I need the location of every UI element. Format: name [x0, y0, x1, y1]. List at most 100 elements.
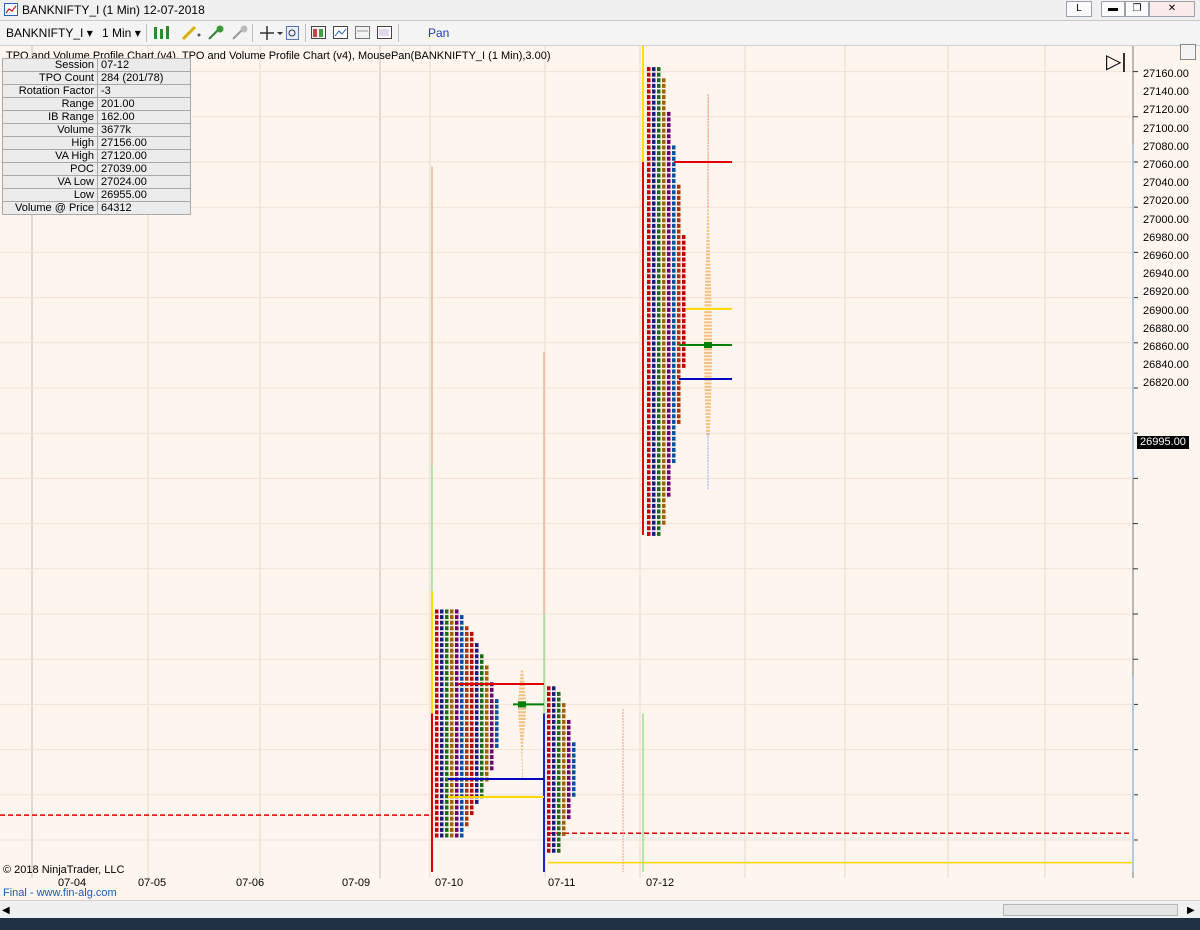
tpo-letter-column-0712: [672, 442, 676, 447]
tpo-letter-column-0710: [445, 827, 449, 832]
os-taskbar: [0, 918, 1200, 930]
tpo-letter-column-0710: [490, 699, 494, 704]
tpo-letter-column-0710: [450, 665, 454, 670]
restore-button[interactable]: ❐: [1125, 1, 1149, 17]
link-button[interactable]: L: [1066, 1, 1092, 17]
scroll-left-icon[interactable]: ◀: [2, 905, 10, 916]
tpo-letter-column-0710: [445, 760, 449, 765]
tpo-letter-column-0710: [485, 687, 489, 692]
tpo-letter-column-0710: [460, 665, 464, 670]
tpo-letter-column-0712: [647, 274, 651, 279]
tpo-letter-column-0712: [662, 274, 666, 279]
info-label: Rotation Factor: [2, 84, 98, 98]
tpo-letter-column-0712: [672, 223, 676, 228]
volume-profile-0712: [704, 324, 712, 327]
tpo-letter-column-0710: [440, 659, 444, 664]
tpo-letter-column-0712: [667, 156, 671, 161]
tpo-letter-column-0712: [657, 453, 661, 458]
tpo-letter-column-0712: [657, 391, 661, 396]
tpo-letter-column-0710: [450, 643, 454, 648]
tpo-letter-column-0710: [445, 682, 449, 687]
tpo-letter-column-0710: [435, 727, 439, 732]
tpo-letter-column-0711: [557, 764, 561, 769]
tpo-letter-column-0712: [652, 330, 656, 335]
tpo-letter-column-0711: [547, 843, 551, 848]
tpo-letter-column-0712: [662, 391, 666, 396]
tpo-letter-column-0712: [672, 313, 676, 318]
tpo-letter-column-0712: [652, 263, 656, 268]
tpo-letter-column-0710: [435, 794, 439, 799]
tpo-letter-column-0710: [455, 676, 459, 681]
tpo-letter-column-0712: [652, 268, 656, 273]
tpo-letter-column-0710: [450, 648, 454, 653]
minimize-button[interactable]: ▬: [1101, 1, 1125, 17]
navigate-end-button[interactable]: ▷|: [1106, 52, 1127, 72]
strategy-icon[interactable]: [310, 24, 328, 42]
volume-profile-0710: [518, 711, 526, 714]
tpo-letter-column-0712: [667, 425, 671, 430]
tpo-letter-column-0712: [647, 487, 651, 492]
chart-trader-icon[interactable]: [332, 24, 350, 42]
close-button[interactable]: ✕: [1149, 1, 1195, 17]
properties-corner-button[interactable]: [1180, 44, 1196, 60]
volume-profile-0712: [704, 351, 712, 354]
pan-mode-label[interactable]: Pan: [428, 24, 449, 42]
tpo-letter-column-0711: [552, 759, 556, 764]
pin-gray-icon[interactable]: [230, 24, 250, 42]
tpo-letter-column-0710: [465, 710, 469, 715]
interval-selector[interactable]: 1 Min ▾: [102, 24, 141, 42]
scroll-thumb[interactable]: [1003, 904, 1178, 916]
tpo-letter-column-0710: [435, 687, 439, 692]
volume-profile-0712: [704, 375, 712, 378]
tpo-letter-column-0711: [567, 798, 571, 803]
tpo-letter-column-0712: [652, 414, 656, 419]
tpo-letter-column-0710: [435, 704, 439, 709]
tpo-letter-column-0710: [455, 654, 459, 659]
tpo-letter-column-0712: [647, 251, 651, 256]
footer-link[interactable]: Final - www.fin-alg.com: [3, 887, 117, 899]
pin-icon[interactable]: [206, 24, 226, 42]
tpo-letter-column-0712: [662, 347, 666, 352]
tpo-letter-column-0712: [677, 251, 681, 256]
tpo-letter-column-0712: [677, 240, 681, 245]
scroll-right-icon[interactable]: ▶: [1187, 905, 1195, 916]
tpo-letter-column-0710: [475, 710, 479, 715]
tpo-letter-column-0712: [652, 240, 656, 245]
volume-profile-0712: [706, 236, 710, 239]
tpo-letter-column-0712: [657, 190, 661, 195]
tpo-letter-column-0712: [657, 223, 661, 228]
data-box-icon[interactable]: [376, 24, 394, 42]
tpo-letter-column-0712: [647, 453, 651, 458]
tpo-letter-column-0710: [475, 799, 479, 804]
properties-icon[interactable]: [285, 24, 301, 42]
tpo-letter-column-0711: [567, 809, 571, 814]
tpo-letter-column-0711: [557, 703, 561, 708]
tpo-letter-column-0712: [657, 296, 661, 301]
horizontal-scrollbar[interactable]: ◀ ▶: [0, 900, 1200, 919]
tpo-letter-column-0711: [552, 725, 556, 730]
tpo-letter-column-0712: [667, 190, 671, 195]
tpo-letter-column-0710: [445, 615, 449, 620]
crosshair-icon[interactable]: [258, 24, 284, 42]
info-value: 3677k: [97, 123, 191, 137]
template-icon[interactable]: [354, 24, 372, 42]
tpo-letter-column-0710: [475, 738, 479, 743]
drawing-tool-icon[interactable]: [180, 24, 202, 42]
tpo-letter-column-0712: [672, 151, 676, 156]
tpo-letter-column-0710: [480, 687, 484, 692]
tpo-letter-column-0711: [567, 753, 571, 758]
tpo-letter-column-0711: [557, 775, 561, 780]
tpo-letter-column-0710: [470, 631, 474, 636]
bar-type-icon[interactable]: [152, 24, 174, 42]
tpo-letter-column-0710: [485, 749, 489, 754]
tpo-letter-column-0712: [672, 414, 676, 419]
tpo-letter-column-0710: [470, 671, 474, 676]
info-value: 27024.00: [97, 175, 191, 189]
volume-profile-0710: [521, 772, 523, 775]
tpo-letter-column-0712: [662, 386, 666, 391]
tpo-letter-column-0712: [652, 531, 656, 536]
tpo-letter-column-0712: [667, 145, 671, 150]
tpo-letter-column-0712: [652, 100, 656, 105]
tpo-letter-column-0712: [647, 335, 651, 340]
instrument-selector[interactable]: BANKNIFTY_I ▾: [6, 24, 93, 42]
